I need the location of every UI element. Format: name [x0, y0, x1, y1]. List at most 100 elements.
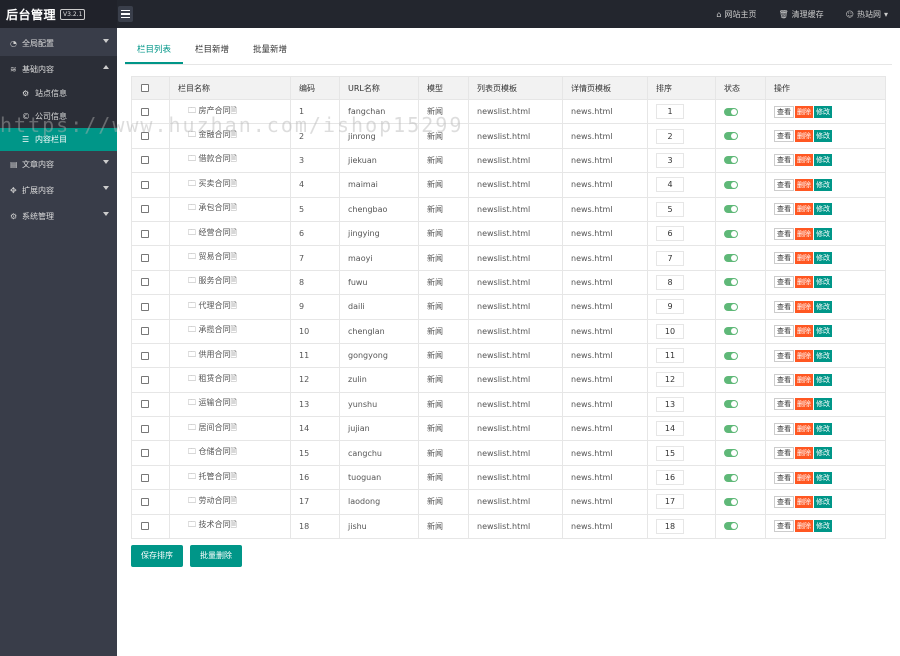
sort-input[interactable]: 4	[656, 177, 684, 193]
edit-button[interactable]: 修改	[814, 130, 832, 143]
sidebar-item-extended-content[interactable]: ✥ 扩展内容	[0, 177, 117, 203]
sort-input[interactable]: 10	[656, 323, 684, 339]
sort-input[interactable]: 13	[656, 396, 684, 412]
row-checkbox[interactable]	[141, 522, 149, 531]
delete-button[interactable]: 删除	[795, 495, 813, 508]
home-link[interactable]: ⌂ 网站主页	[716, 9, 756, 20]
view-button[interactable]: 查看	[774, 325, 794, 338]
delete-button[interactable]: 删除	[795, 203, 813, 216]
tab-batch-add[interactable]: 批量新增	[241, 39, 299, 64]
row-checkbox[interactable]	[141, 400, 149, 409]
edit-button[interactable]: 修改	[814, 447, 832, 460]
status-toggle[interactable]	[724, 473, 738, 482]
edit-button[interactable]: 修改	[814, 178, 832, 191]
sort-input[interactable]: 6	[656, 226, 684, 242]
status-toggle[interactable]	[724, 278, 738, 287]
edit-button[interactable]: 修改	[814, 325, 832, 338]
sort-input[interactable]: 11	[656, 348, 684, 364]
delete-button[interactable]: 删除	[795, 227, 813, 240]
tab-column-add[interactable]: 栏目新增	[183, 39, 241, 64]
edit-button[interactable]: 修改	[814, 227, 832, 240]
view-button[interactable]: 查看	[774, 276, 794, 289]
sort-input[interactable]: 12	[656, 372, 684, 388]
status-toggle[interactable]	[724, 205, 738, 214]
status-toggle[interactable]	[724, 132, 738, 141]
delete-button[interactable]: 删除	[795, 130, 813, 143]
view-button[interactable]: 查看	[774, 520, 794, 533]
edit-button[interactable]: 修改	[814, 398, 832, 411]
sort-input[interactable]: 2	[656, 128, 684, 144]
row-checkbox[interactable]	[141, 156, 149, 165]
row-checkbox[interactable]	[141, 132, 149, 141]
view-button[interactable]: 查看	[774, 422, 794, 435]
delete-button[interactable]: 删除	[795, 422, 813, 435]
delete-button[interactable]: 删除	[795, 276, 813, 289]
sort-input[interactable]: 16	[656, 470, 684, 486]
delete-button[interactable]: 删除	[795, 178, 813, 191]
sidebar-item-global-config[interactable]: ◔ 全局配置	[0, 30, 117, 56]
edit-button[interactable]: 修改	[814, 300, 832, 313]
sidebar-item-system-management[interactable]: ⚙ 系统管理	[0, 203, 117, 229]
edit-button[interactable]: 修改	[814, 252, 832, 265]
row-checkbox[interactable]	[141, 180, 149, 189]
row-checkbox[interactable]	[141, 205, 149, 214]
status-toggle[interactable]	[724, 302, 738, 311]
edit-button[interactable]: 修改	[814, 520, 832, 533]
sort-input[interactable]: 3	[656, 152, 684, 168]
status-toggle[interactable]	[724, 107, 738, 116]
row-checkbox[interactable]	[141, 424, 149, 433]
view-button[interactable]: 查看	[774, 349, 794, 362]
row-checkbox[interactable]	[141, 449, 149, 458]
select-all-checkbox[interactable]	[141, 84, 149, 92]
edit-button[interactable]: 修改	[814, 373, 832, 386]
sort-input[interactable]: 8	[656, 274, 684, 290]
view-button[interactable]: 查看	[774, 373, 794, 386]
sort-input[interactable]: 15	[656, 445, 684, 461]
delete-button[interactable]: 删除	[795, 398, 813, 411]
status-toggle[interactable]	[724, 327, 738, 336]
row-checkbox[interactable]	[141, 302, 149, 311]
menu-toggle-button[interactable]	[118, 6, 133, 22]
edit-button[interactable]: 修改	[814, 422, 832, 435]
status-toggle[interactable]	[724, 254, 738, 263]
delete-button[interactable]: 删除	[795, 252, 813, 265]
edit-button[interactable]: 修改	[814, 203, 832, 216]
delete-button[interactable]: 删除	[795, 349, 813, 362]
status-toggle[interactable]	[724, 400, 738, 409]
row-checkbox[interactable]	[141, 254, 149, 263]
row-checkbox[interactable]	[141, 278, 149, 287]
status-toggle[interactable]	[724, 522, 738, 531]
status-toggle[interactable]	[724, 375, 738, 384]
edit-button[interactable]: 修改	[814, 276, 832, 289]
view-button[interactable]: 查看	[774, 471, 794, 484]
view-button[interactable]: 查看	[774, 227, 794, 240]
row-checkbox[interactable]	[141, 497, 149, 506]
user-menu[interactable]: ☺ 热站网 ▾	[846, 9, 888, 20]
status-toggle[interactable]	[724, 424, 738, 433]
sort-input[interactable]: 17	[656, 494, 684, 510]
row-checkbox[interactable]	[141, 375, 149, 384]
status-toggle[interactable]	[724, 229, 738, 238]
sort-input[interactable]: 1	[656, 104, 684, 120]
sidebar-subitem-content-columns[interactable]: ☰ 内容栏目	[0, 128, 117, 151]
view-button[interactable]: 查看	[774, 252, 794, 265]
sort-input[interactable]: 18	[656, 518, 684, 534]
status-toggle[interactable]	[724, 497, 738, 506]
sort-input[interactable]: 5	[656, 201, 684, 217]
view-button[interactable]: 查看	[774, 495, 794, 508]
sidebar-item-article-content[interactable]: ▤ 文章内容	[0, 151, 117, 177]
save-sort-button[interactable]: 保存排序	[131, 545, 183, 567]
row-checkbox[interactable]	[141, 473, 149, 482]
delete-button[interactable]: 删除	[795, 105, 813, 118]
status-toggle[interactable]	[724, 449, 738, 458]
view-button[interactable]: 查看	[774, 300, 794, 313]
view-button[interactable]: 查看	[774, 105, 794, 118]
view-button[interactable]: 查看	[774, 203, 794, 216]
batch-delete-button[interactable]: 批量删除	[190, 545, 242, 567]
delete-button[interactable]: 删除	[795, 520, 813, 533]
row-checkbox[interactable]	[141, 229, 149, 238]
edit-button[interactable]: 修改	[814, 154, 832, 167]
edit-button[interactable]: 修改	[814, 495, 832, 508]
tab-column-list[interactable]: 栏目列表	[125, 39, 184, 64]
view-button[interactable]: 查看	[774, 130, 794, 143]
